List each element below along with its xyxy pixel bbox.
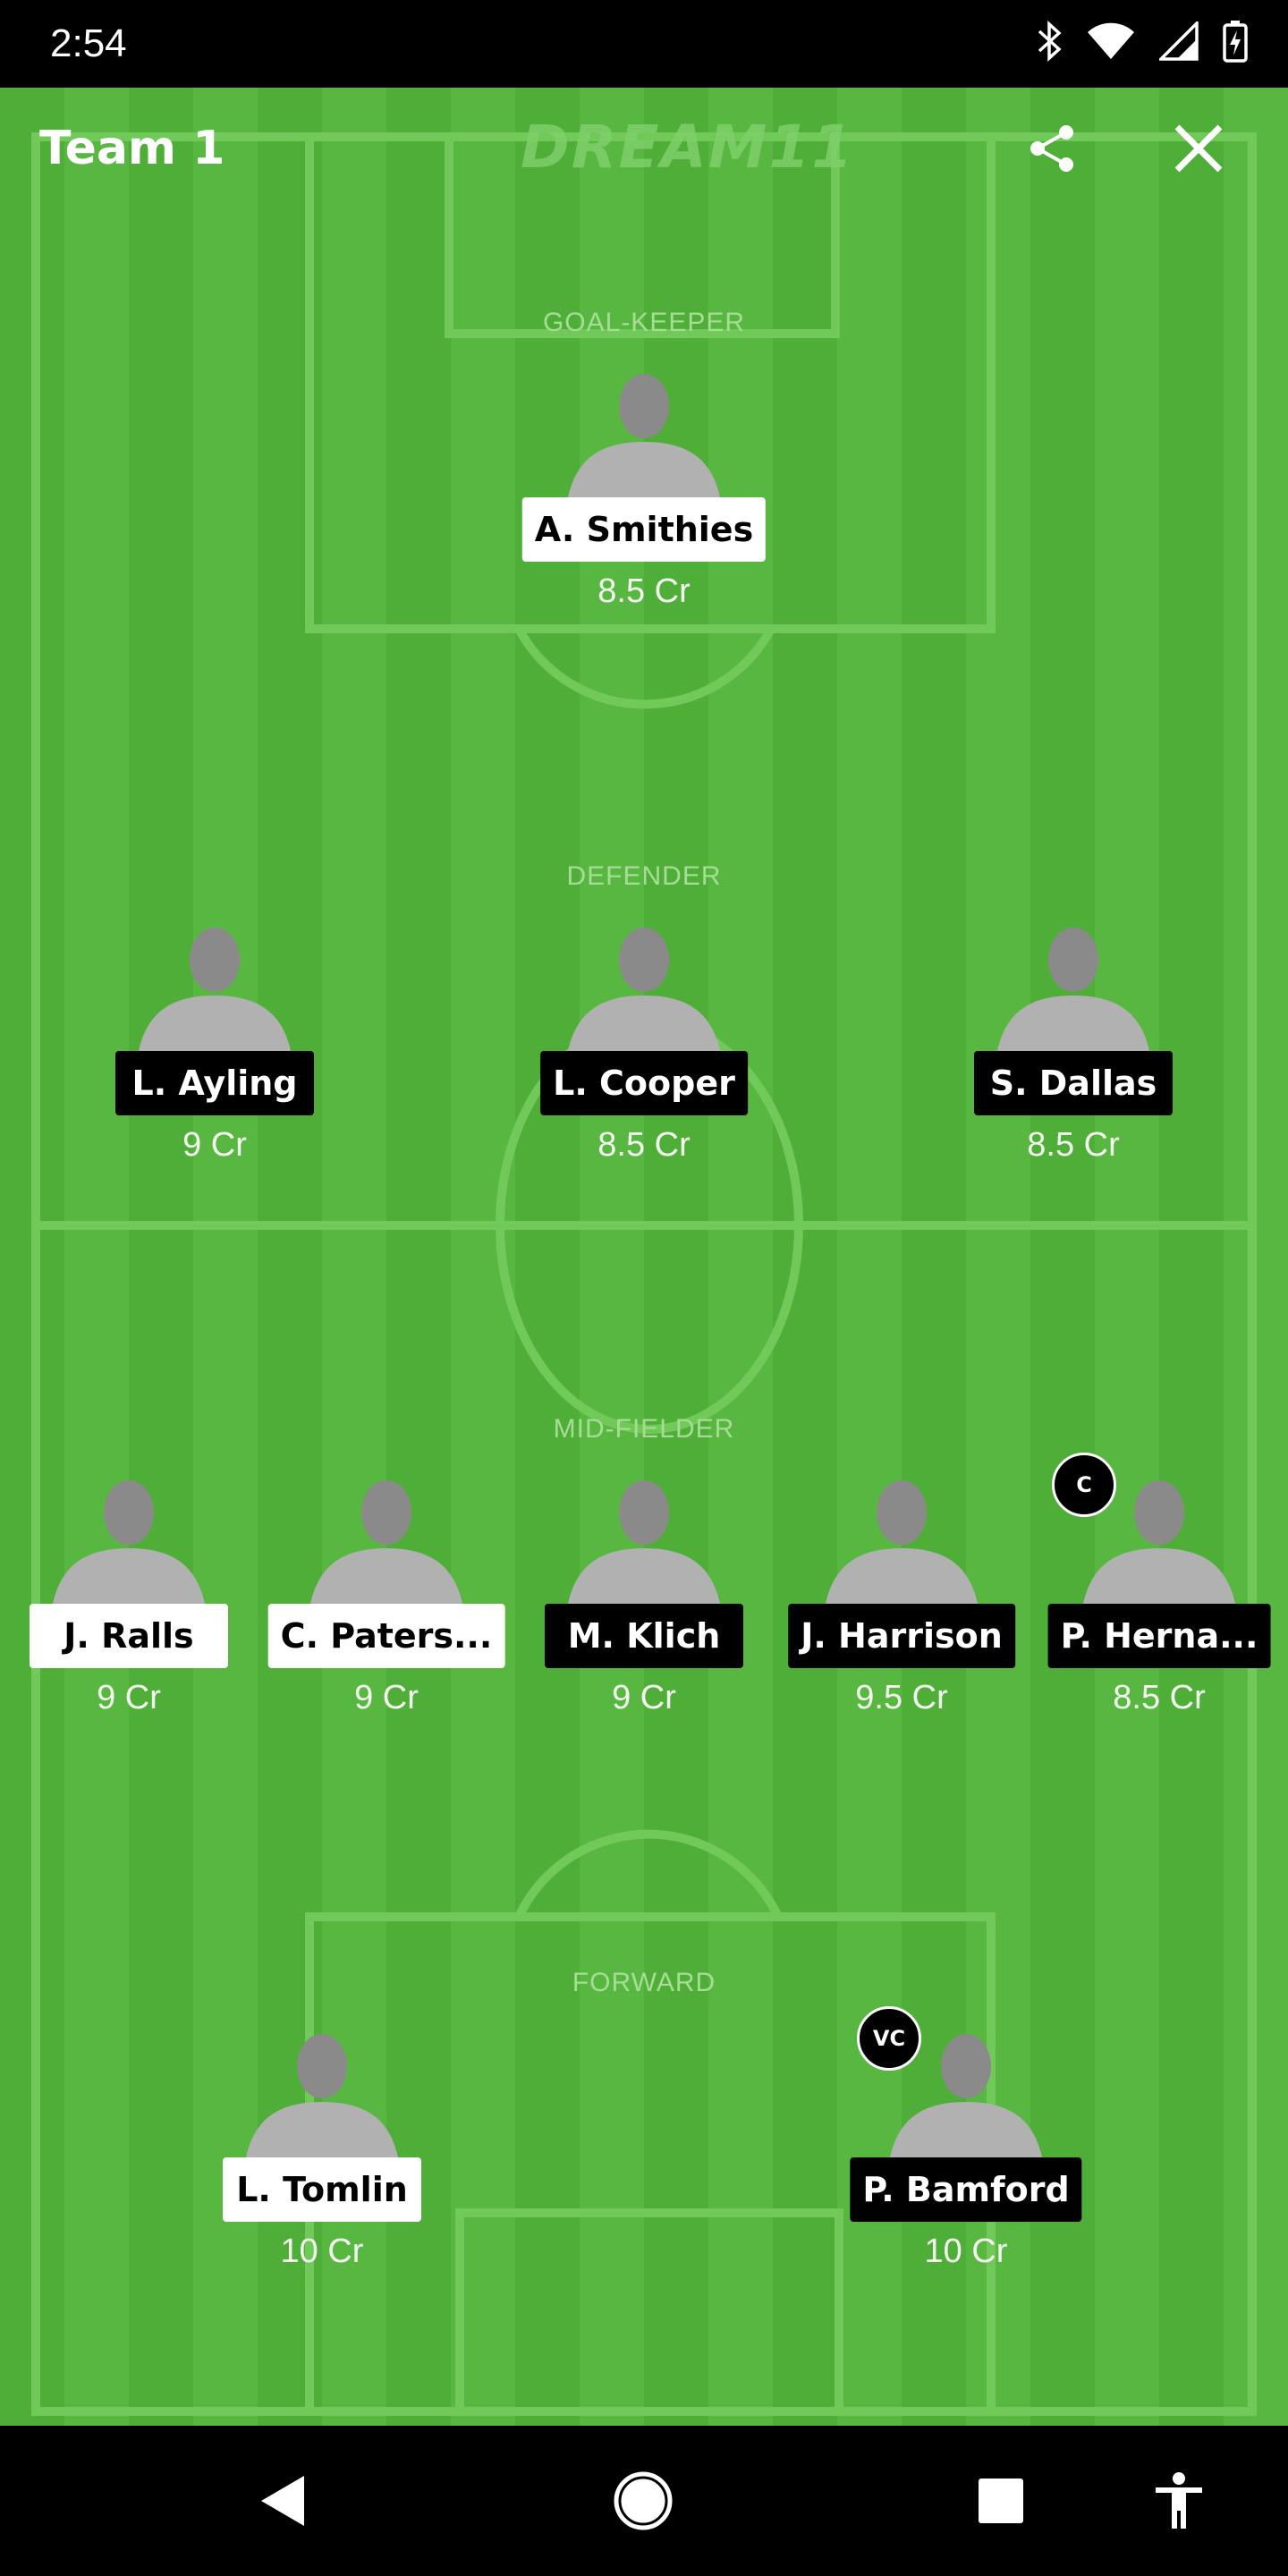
player-avatar-icon: [997, 928, 1149, 1051]
battery-icon: [1223, 21, 1248, 63]
player-avatar-icon: [246, 2034, 398, 2157]
player-credits: 9 Cr: [182, 1126, 247, 1164]
player-name: P. Bamford: [850, 2157, 1082, 2222]
player-card[interactable]: M. Klich 9 Cr: [537, 1473, 751, 1716]
section-label-defender: DEFENDER: [566, 861, 722, 891]
player-credits: 9 Cr: [612, 1679, 676, 1716]
player-credits: 10 Cr: [280, 2233, 364, 2270]
player-name: M. Klich: [545, 1604, 743, 1668]
close-icon: [1174, 124, 1223, 173]
recents-square-icon[interactable]: [977, 2477, 1025, 2525]
player-credits: 8.5 Cr: [597, 572, 691, 610]
player-card[interactable]: P. Bamford 10 Cr VC: [850, 2006, 1082, 2270]
brand-logo: DREAM11: [521, 113, 855, 182]
share-button[interactable]: [1025, 122, 1079, 179]
player-card[interactable]: P. Herna... 8.5 Cr C: [1047, 1453, 1271, 1716]
back-triangle-icon[interactable]: [259, 2474, 306, 2528]
player-name: C. Paters...: [267, 1604, 505, 1668]
section-label-forward: FORWARD: [572, 1968, 716, 1997]
player-credits: 8.5 Cr: [597, 1126, 691, 1164]
bluetooth-icon: [1038, 21, 1062, 62]
player-credits: 9.5 Cr: [855, 1679, 948, 1716]
player-name: J. Ralls: [30, 1604, 228, 1668]
player-card[interactable]: J. Ralls 9 Cr: [21, 1473, 236, 1716]
section-label-goalkeeper: GOAL-KEEPER: [542, 308, 746, 337]
football-pitch: Team 1 DREAM11 GOAL-KEEPER DEFENDER MID-…: [0, 88, 1288, 2426]
close-button[interactable]: [1172, 122, 1225, 179]
player-avatar-icon: [568, 1480, 720, 1604]
player-name: L. Tomlin: [223, 2157, 421, 2222]
player-avatar-icon: [568, 928, 720, 1051]
player-card[interactable]: L. Ayling 9 Cr: [107, 920, 322, 1164]
player-name: J. Harrison: [788, 1604, 1015, 1668]
player-card[interactable]: L. Cooper 8.5 Cr: [537, 920, 751, 1164]
team-name: Team 1: [39, 122, 225, 175]
share-icon: [1030, 125, 1073, 172]
wifi-icon: [1088, 22, 1134, 59]
player-name: A. Smithies: [521, 497, 767, 562]
cell-signal-icon: [1159, 21, 1199, 61]
player-card[interactable]: S. Dallas 8.5 Cr: [966, 920, 1181, 1164]
player-credits: 10 Cr: [924, 2233, 1008, 2270]
player-card[interactable]: A. Smithies 8.5 Cr: [521, 367, 767, 610]
system-nav-bar: [0, 2426, 1288, 2576]
status-icons: [1036, 20, 1249, 63]
player-card[interactable]: C. Paters... 9 Cr: [267, 1473, 505, 1716]
player-avatar-icon: [53, 1480, 205, 1604]
player-card[interactable]: J. Harrison 9.5 Cr: [788, 1473, 1015, 1716]
player-name: S. Dallas: [974, 1051, 1173, 1115]
status-time: 2:54: [50, 21, 127, 65]
player-card[interactable]: L. Tomlin 10 Cr: [215, 2027, 429, 2270]
home-circle-icon[interactable]: [614, 2471, 673, 2530]
player-name: L. Ayling: [115, 1051, 314, 1115]
player-avatar-icon: [310, 1480, 462, 1604]
status-bar: 2:54: [0, 0, 1288, 88]
player-credits: 8.5 Cr: [1027, 1126, 1120, 1164]
player-name: P. Herna...: [1047, 1604, 1271, 1668]
player-credits: 9 Cr: [97, 1679, 161, 1716]
player-name: L. Cooper: [540, 1051, 748, 1115]
vice-captain-badge: VC: [857, 2006, 921, 2071]
player-credits: 9 Cr: [354, 1679, 419, 1716]
accessibility-icon[interactable]: [1154, 2471, 1204, 2530]
player-avatar-icon: [826, 1480, 978, 1604]
player-avatar-icon: [568, 374, 720, 497]
player-avatar-icon: [139, 928, 291, 1051]
player-credits: 8.5 Cr: [1113, 1679, 1206, 1716]
section-label-midfielder: MID-FIELDER: [553, 1414, 735, 1444]
captain-badge: C: [1052, 1453, 1116, 1517]
